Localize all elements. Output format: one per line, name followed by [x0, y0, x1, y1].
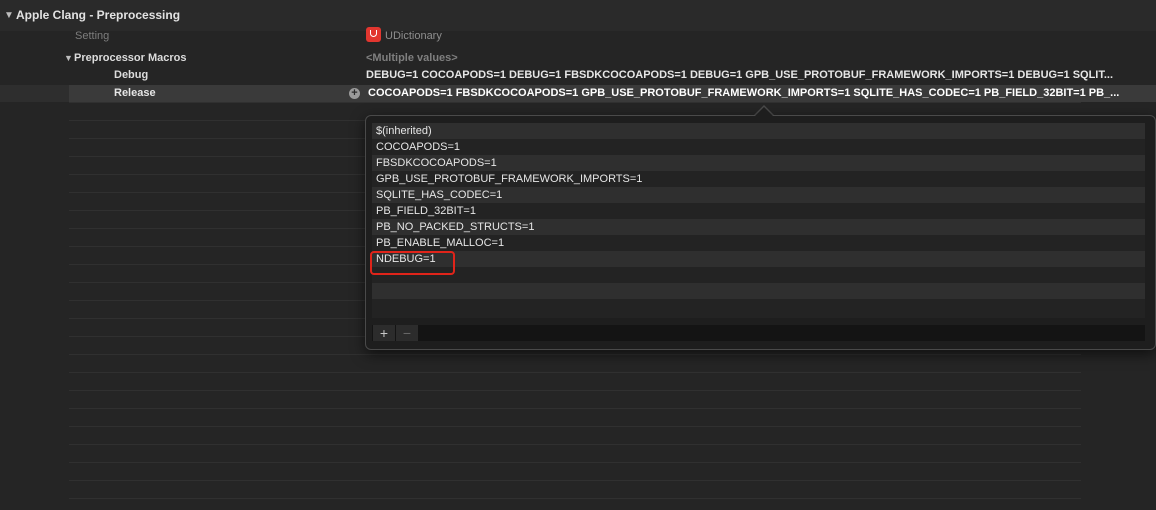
- debug-config-value[interactable]: DEBUG=1 COCOAPODS=1 DEBUG=1 FBSDKCOCOAPO…: [366, 69, 1150, 81]
- empty-list-row: [372, 299, 1145, 315]
- grid-line: [69, 408, 1081, 409]
- section-header[interactable]: ▼ Apple Clang - Preprocessing: [0, 0, 1156, 31]
- macro-list-item[interactable]: PB_ENABLE_MALLOC=1: [372, 235, 1145, 251]
- macro-list-item[interactable]: SQLITE_HAS_CODEC=1: [372, 187, 1145, 203]
- build-settings-editor: ▼ Apple Clang - Preprocessing Setting UD…: [0, 0, 1156, 510]
- macros-disclosure-triangle-icon[interactable]: ▼: [64, 53, 73, 63]
- grid-line: [69, 102, 1081, 103]
- macro-list-item[interactable]: PB_FIELD_32BIT=1: [372, 203, 1145, 219]
- release-config-label[interactable]: Release: [114, 87, 156, 99]
- macro-list-item[interactable]: FBSDKCOCOAPODS=1: [372, 155, 1145, 171]
- release-row-gutter: [0, 85, 69, 102]
- grid-line: [69, 390, 1081, 391]
- release-config-value[interactable]: COCOAPODS=1 FBSDKCOCOAPODS=1 GPB_USE_PRO…: [368, 87, 1150, 99]
- list-bottom-bar: [372, 325, 1145, 341]
- preprocessor-macros-label[interactable]: Preprocessor Macros: [74, 52, 187, 64]
- remove-macro-button[interactable]: −: [396, 325, 418, 341]
- ndebug-highlight-annotation: [370, 251, 455, 275]
- grid-line: [69, 426, 1081, 427]
- disclosure-triangle-icon[interactable]: ▼: [4, 10, 14, 21]
- grid-line: [69, 480, 1081, 481]
- macro-list-item[interactable]: COCOAPODS=1: [372, 139, 1145, 155]
- grid-line: [69, 354, 1081, 355]
- section-title: Apple Clang - Preprocessing: [16, 8, 181, 22]
- debug-config-label[interactable]: Debug: [114, 69, 148, 81]
- multiple-values-text[interactable]: <Multiple values>: [366, 52, 458, 64]
- grid-line: [69, 372, 1081, 373]
- empty-list-row: [372, 267, 1145, 283]
- setting-column-label: Setting: [75, 30, 110, 42]
- grid-line: [69, 462, 1081, 463]
- macro-list-item[interactable]: PB_NO_PACKED_STRUCTS=1: [372, 219, 1145, 235]
- macro-list-item-ndebug[interactable]: NDEBUG=1: [372, 251, 1145, 267]
- macro-list-item[interactable]: $(inherited): [372, 123, 1145, 139]
- grid-line: [69, 498, 1081, 499]
- popover-arrow-inner: [754, 107, 774, 117]
- add-condition-icon[interactable]: +: [349, 88, 360, 99]
- macro-list: $(inherited) COCOAPODS=1 FBSDKCOCOAPODS=…: [372, 123, 1145, 318]
- grid-line: [69, 444, 1081, 445]
- target-app-icon: [366, 27, 381, 42]
- target-column-label: UDictionary: [385, 30, 442, 42]
- empty-list-row: [372, 283, 1145, 299]
- add-macro-button[interactable]: +: [373, 325, 395, 341]
- macro-list-item[interactable]: GPB_USE_PROTOBUF_FRAMEWORK_IMPORTS=1: [372, 171, 1145, 187]
